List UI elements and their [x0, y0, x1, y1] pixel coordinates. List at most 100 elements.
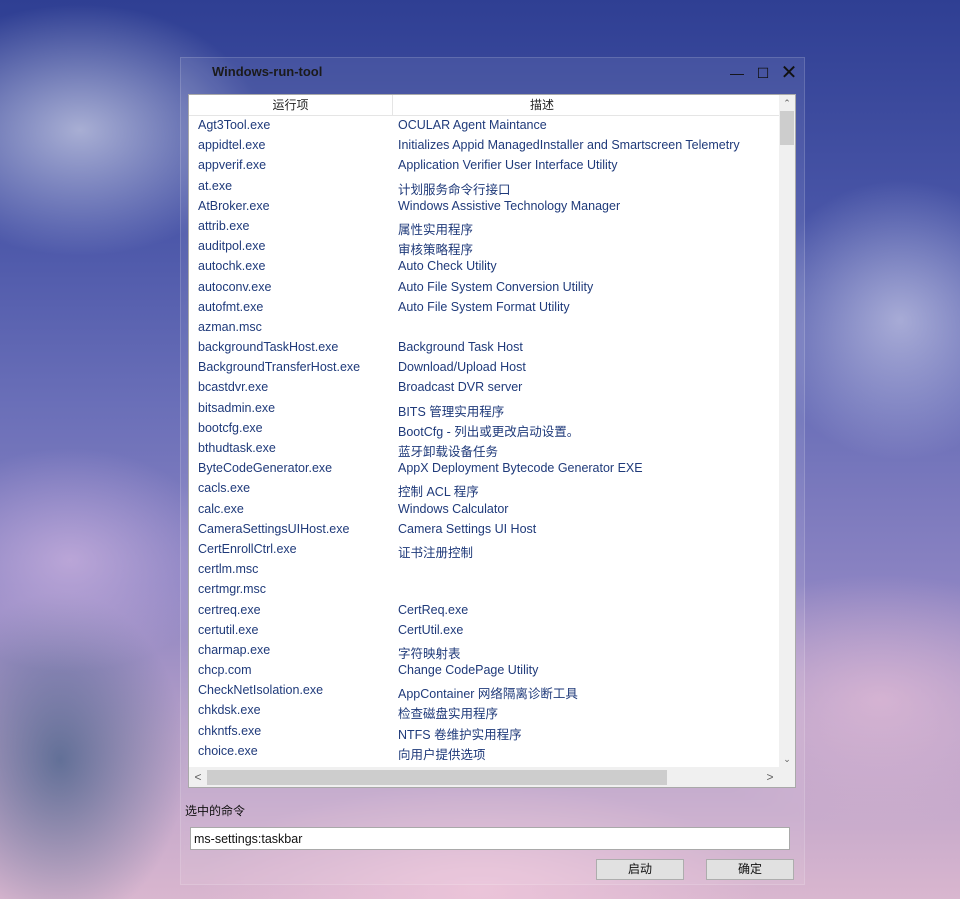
vertical-scroll-thumb[interactable]	[780, 111, 794, 145]
selected-command-input[interactable]	[190, 827, 790, 850]
list-item[interactable]: choice.exe 向用户提供选项	[189, 742, 779, 762]
run-item-name: auditpol.exe	[198, 239, 266, 254]
run-item-name: CheckNetIsolation.exe	[198, 683, 324, 698]
list-item[interactable]: Agt3Tool.exe OCULAR Agent Maintance	[189, 116, 779, 136]
run-item-description: 蓝牙卸载设备任务	[398, 445, 499, 459]
run-item-description: 控制 ACL 程序	[398, 485, 479, 500]
run-item-description: CertReq.exe	[398, 602, 469, 617]
scroll-down-icon[interactable]: ⌄	[779, 751, 795, 767]
run-item-description: Windows Assistive Technology Manager	[398, 198, 621, 213]
run-item-description: Camera Settings UI Host	[398, 521, 537, 536]
run-item-name: chkntfs.exe	[198, 723, 262, 738]
run-item-name: charmap.exe	[198, 642, 271, 657]
run-item-description: NTFS 卷维护实用程序	[398, 727, 522, 742]
run-item-description: Download/Upload Host	[398, 360, 526, 375]
list-item[interactable]: chcp.com Change CodePage Utility	[189, 661, 779, 681]
run-item-description: 检查磁盘实用程序	[398, 707, 499, 722]
run-item-name: Agt3Tool.exe	[198, 118, 271, 132]
list-item[interactable]: appverif.exe Application Verifier User In…	[189, 156, 779, 176]
run-item-description: 字符映射表	[398, 646, 461, 661]
run-item-description: OCULAR Agent Maintance	[398, 118, 547, 132]
run-item-description: 向用户提供选项	[398, 747, 486, 762]
run-item-description: Auto File System Conversion Utility	[398, 279, 594, 294]
title-bar[interactable]: Windows-run-tool — ☐ ✕	[181, 58, 804, 88]
run-item-name: ByteCodeGenerator.exe	[198, 461, 333, 476]
run-item-name: autoconv.exe	[198, 279, 272, 294]
run-item-name: appidtel.exe	[198, 138, 266, 153]
list-item[interactable]: chkntfs.exe NTFS 卷维护实用程序	[189, 722, 779, 742]
run-item-name: autofmt.exe	[198, 299, 264, 314]
list-header: 运行项 描述	[189, 95, 779, 116]
list-item[interactable]: CheckNetIsolation.exe AppContainer 网络隔离诊断…	[189, 681, 779, 701]
run-item-name: certutil.exe	[198, 622, 259, 637]
run-item-name: certreq.exe	[198, 602, 261, 617]
list-item[interactable]: calc.exe Windows Calculator	[189, 500, 779, 520]
run-item-name: appverif.exe	[198, 158, 267, 173]
run-item-name: bcastdvr.exe	[198, 380, 269, 395]
minimize-button[interactable]: —	[725, 62, 749, 84]
list-item[interactable]: chkdsk.exe 检查磁盘实用程序	[189, 701, 779, 721]
run-item-name: azman.msc	[198, 319, 262, 334]
scroll-left-icon[interactable]: <	[192, 767, 204, 787]
list-item[interactable]: autoconv.exe Auto File System Conversion …	[189, 278, 779, 298]
run-item-description: CertUtil.exe	[398, 622, 464, 637]
list-item[interactable]: at.exe 计划服务命令行接口	[189, 177, 779, 197]
list-item[interactable]: cacls.exe 控制 ACL 程序	[189, 479, 779, 499]
start-button[interactable]: 启动	[596, 859, 684, 880]
list-item[interactable]: certutil.exe CertUtil.exe	[189, 621, 779, 641]
run-item-name: at.exe	[198, 178, 233, 193]
run-item-name: certmgr.msc	[198, 582, 267, 597]
list-item[interactable]: attrib.exe 属性实用程序	[189, 217, 779, 237]
list-item[interactable]: bthudtask.exe 蓝牙卸载设备任务	[189, 439, 779, 459]
maximize-button[interactable]: ☐	[751, 62, 775, 84]
run-item-name: bootcfg.exe	[198, 420, 263, 435]
close-button[interactable]: ✕	[777, 62, 801, 84]
run-item-name: CameraSettingsUIHost.exe	[198, 521, 350, 536]
run-item-name: choice.exe	[198, 743, 258, 758]
list-item[interactable]: autofmt.exe Auto File System Format Utili…	[189, 298, 779, 318]
selected-command-label: 选中的命令	[185, 804, 246, 818]
list-item[interactable]: certreq.exe CertReq.exe	[189, 601, 779, 621]
run-item-name: chcp.com	[198, 663, 252, 678]
list-item[interactable]: azman.msc	[189, 318, 779, 338]
list-item[interactable]: bootcfg.exe BootCfg - 列出或更改启动设置。	[189, 419, 779, 439]
list-item[interactable]: autochk.exe Auto Check Utility	[189, 257, 779, 277]
list-item[interactable]: bcastdvr.exe Broadcast DVR server	[189, 378, 779, 398]
scrollbar-corner	[779, 767, 795, 787]
list-item[interactable]: backgroundTaskHost.exe Background Task Ho…	[189, 338, 779, 358]
scroll-right-icon[interactable]: >	[764, 767, 776, 787]
ok-button[interactable]: 确定	[706, 859, 794, 880]
run-item-description: Auto File System Format Utility	[398, 299, 570, 314]
list-item[interactable]: certlm.msc	[189, 560, 779, 580]
run-item-name: autochk.exe	[198, 259, 266, 274]
list-item[interactable]: BackgroundTransferHost.exe Download/Uploa…	[189, 358, 779, 378]
list-item[interactable]: AtBroker.exe Windows Assistive Technology…	[189, 197, 779, 217]
run-item-description: Initializes Appid ManagedInstaller and S…	[398, 138, 740, 153]
command-list[interactable]: 运行项 描述 Agt3Tool.exe OCULAR Agent Maintanc…	[188, 94, 796, 788]
window-title: Windows-run-tool	[212, 64, 323, 79]
list-item[interactable]: certmgr.msc	[189, 580, 779, 600]
scroll-up-icon[interactable]: ⌃	[779, 95, 795, 111]
horizontal-scrollbar[interactable]: < >	[189, 767, 779, 787]
run-item-description: Application Verifier User Interface Util…	[398, 158, 618, 173]
list-item[interactable]: CertEnrollCtrl.exe 证书注册控制	[189, 540, 779, 560]
list-item[interactable]: appidtel.exe Initializes Appid ManagedIns…	[189, 136, 779, 156]
run-item-name: AtBroker.exe	[198, 198, 270, 213]
column-header-description[interactable]: 描述	[393, 95, 691, 115]
main-window: Windows-run-tool — ☐ ✕ 运行项 描述 Agt3Tool.e…	[180, 57, 805, 885]
run-item-name: calc.exe	[198, 501, 244, 516]
run-item-description: AppX Deployment Bytecode Generator EXE	[398, 461, 643, 476]
run-item-name: chkdsk.exe	[198, 703, 261, 718]
list-item[interactable]: auditpol.exe 审核策略程序	[189, 237, 779, 257]
list-item[interactable]: bitsadmin.exe BITS 管理实用程序	[189, 399, 779, 419]
list-item[interactable]: ByteCodeGenerator.exe AppX Deployment Byt…	[189, 459, 779, 479]
run-item-description: BITS 管理实用程序	[398, 404, 505, 419]
run-item-description: 审核策略程序	[398, 243, 474, 258]
horizontal-scroll-thumb[interactable]	[207, 770, 667, 785]
column-header-run-item[interactable]: 运行项	[189, 95, 393, 115]
run-item-name: certlm.msc	[198, 562, 259, 577]
vertical-scrollbar[interactable]: ⌃ ⌄	[779, 95, 795, 767]
list-item[interactable]: charmap.exe 字符映射表	[189, 641, 779, 661]
run-item-description: 属性实用程序	[398, 222, 474, 237]
list-item[interactable]: CameraSettingsUIHost.exe Camera Settings …	[189, 520, 779, 540]
